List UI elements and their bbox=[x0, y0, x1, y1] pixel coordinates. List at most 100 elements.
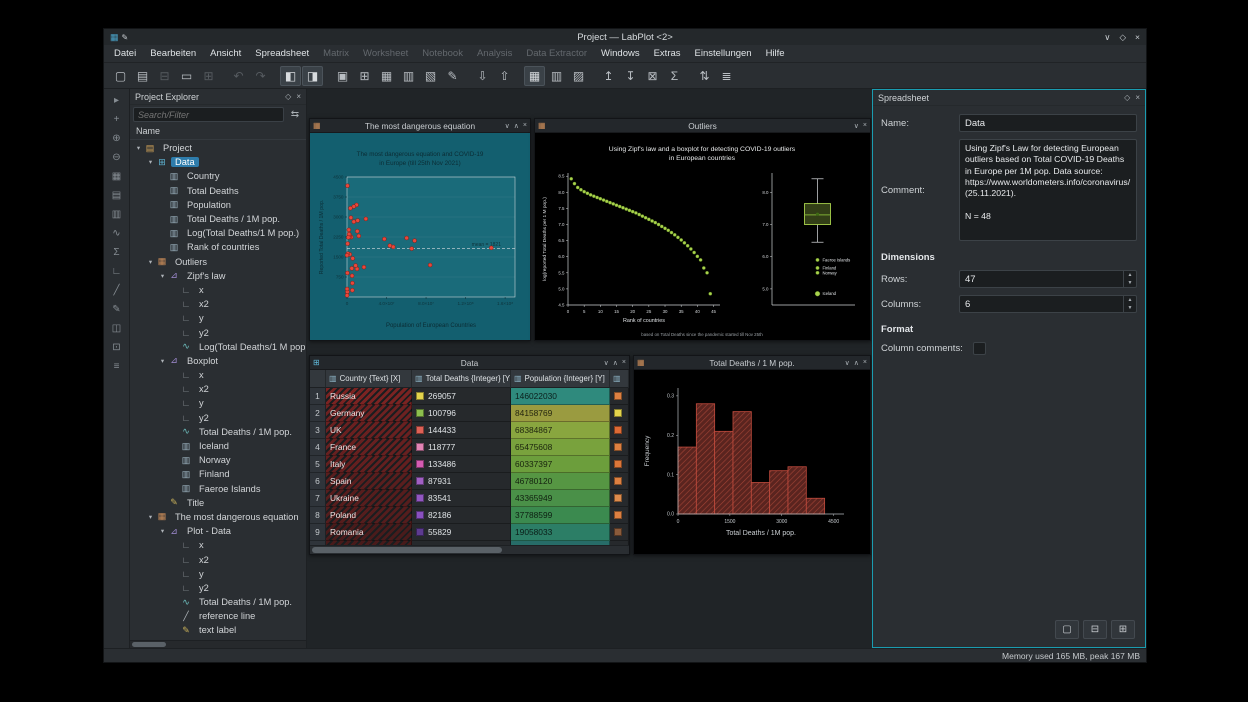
tree-item-x[interactable]: ∟x bbox=[130, 538, 306, 552]
table-hscrollbar[interactable] bbox=[310, 545, 629, 554]
view-heatmap-toggle-button[interactable]: ▨ bbox=[568, 66, 589, 86]
total-deaths-cell[interactable]: 133486 bbox=[412, 456, 511, 473]
menu-hilfe[interactable]: Hilfe bbox=[759, 46, 792, 61]
new-matrix-button[interactable]: ▥ bbox=[398, 66, 419, 86]
toggle-properties-dock-button[interactable]: ◨ bbox=[302, 66, 323, 86]
properties-dock-header[interactable]: Spreadsheet ◇ × bbox=[873, 90, 1145, 106]
country-cell[interactable]: Poland bbox=[326, 507, 412, 524]
new-file-button[interactable]: ▢ bbox=[110, 66, 131, 86]
insert-row-below-button[interactable]: ↧ bbox=[620, 66, 641, 86]
shade-window-icon[interactable]: ∨ bbox=[604, 359, 609, 367]
tree-item-outliers[interactable]: ▾▦Outliers bbox=[130, 255, 306, 269]
country-cell[interactable]: Ukraine bbox=[326, 490, 412, 507]
add-statistics-button[interactable]: Σ bbox=[107, 244, 127, 261]
outliers-chart[interactable]: Using Zipf's law and a boxplot for detec… bbox=[535, 133, 870, 340]
zoom-in-mode-button[interactable]: ⊕ bbox=[107, 130, 127, 147]
close-button[interactable]: × bbox=[1135, 32, 1140, 43]
tree-item-total-deaths-1m-pop[interactable]: ▥Total Deaths / 1M pop. bbox=[130, 212, 306, 226]
row-number-cell[interactable]: 4 bbox=[310, 439, 326, 456]
tree-item-y[interactable]: ∟y bbox=[130, 311, 306, 325]
view-sparklines-toggle-button[interactable]: ▥ bbox=[546, 66, 567, 86]
tree-item-boxplot[interactable]: ▾⊿Boxplot bbox=[130, 354, 306, 368]
new-workbook-button[interactable]: ⊞ bbox=[354, 66, 375, 86]
remove-rows-button[interactable]: ⊠ bbox=[642, 66, 663, 86]
total-deaths-cell[interactable]: 269057 bbox=[412, 388, 511, 405]
corner-cell[interactable] bbox=[310, 370, 326, 388]
tree-item-country[interactable]: ▥Country bbox=[130, 169, 306, 183]
population-cell[interactable]: 19058033 bbox=[511, 524, 610, 541]
country-cell[interactable]: Italy bbox=[326, 456, 412, 473]
add-text-label-button[interactable]: ✎ bbox=[107, 301, 127, 318]
explorer-hscrollbar[interactable] bbox=[130, 640, 306, 648]
menu-extras[interactable]: Extras bbox=[647, 46, 688, 61]
data-window-titlebar[interactable]: ⊞ Data ∨ ∧ × bbox=[310, 356, 629, 370]
zoom-out-mode-button[interactable]: ⊖ bbox=[107, 149, 127, 166]
add-line-button[interactable]: ╱ bbox=[107, 282, 127, 299]
tree-item-norway[interactable]: ▥Norway bbox=[130, 453, 306, 467]
insert-row-above-button[interactable]: ↥ bbox=[598, 66, 619, 86]
tree-item-y[interactable]: ∟y bbox=[130, 567, 306, 581]
tree-item-the-most-dangerous-equation[interactable]: ▾▦The most dangerous equation bbox=[130, 510, 306, 524]
comment-field[interactable]: Using Zipf's Law for detecting European … bbox=[959, 139, 1137, 241]
tree-item-title[interactable]: ✎Title bbox=[130, 496, 306, 510]
tree-item-log-total-deaths-1-m-pop[interactable]: ∿Log(Total Deaths/1 M pop.) bbox=[130, 340, 306, 354]
window-titlebar[interactable]: ▦ ✎ Project — LabPlot <2> ∨ ◇ × bbox=[104, 29, 1146, 45]
row-number-cell[interactable]: 3 bbox=[310, 422, 326, 439]
per-million-cell[interactable] bbox=[610, 439, 629, 456]
histogram-chart[interactable]: 0.00.10.20.30150030004500Total Deaths / … bbox=[634, 370, 870, 554]
tree-item-x2[interactable]: ∟x2 bbox=[130, 382, 306, 396]
close-dock-icon[interactable]: × bbox=[296, 92, 301, 101]
expander-icon[interactable]: ▾ bbox=[133, 144, 144, 152]
shade-window-icon[interactable]: ∨ bbox=[845, 359, 850, 367]
float-dock-icon[interactable]: ◇ bbox=[1124, 93, 1130, 102]
open-file-button[interactable]: ▤ bbox=[132, 66, 153, 86]
spin-up-button[interactable]: ▲ bbox=[1124, 271, 1136, 279]
maximize-window-icon[interactable]: ∧ bbox=[613, 359, 618, 367]
expander-icon[interactable]: ▾ bbox=[157, 272, 168, 280]
menu-windows[interactable]: Windows bbox=[594, 46, 647, 61]
equation-worksheet[interactable]: The most dangerous equation and COVID-19… bbox=[310, 133, 530, 340]
row-number-cell[interactable]: 6 bbox=[310, 473, 326, 490]
import-data-menu-button[interactable]: ⇩ bbox=[472, 66, 493, 86]
tree-item-y2[interactable]: ∟y2 bbox=[130, 325, 306, 339]
total-deaths-cell[interactable]: 83541 bbox=[412, 490, 511, 507]
new-note-button[interactable]: ✎ bbox=[442, 66, 463, 86]
equation-window-titlebar[interactable]: ▦ The most dangerous equation ∨ ∧ × bbox=[310, 119, 530, 133]
tree-item-rank-of-countries[interactable]: ▥Rank of countries bbox=[130, 240, 306, 254]
add-curve-button[interactable]: ∿ bbox=[107, 225, 127, 242]
spin-up-button[interactable]: ▲ bbox=[1124, 296, 1136, 304]
plot-data-menu-button[interactable]: ≣ bbox=[716, 66, 737, 86]
save-as-default-button[interactable]: ⊞ bbox=[1111, 620, 1135, 639]
new-spreadsheet-button[interactable]: ▤ bbox=[107, 187, 127, 204]
row-number-cell[interactable]: 9 bbox=[310, 524, 326, 541]
tree-item-y2[interactable]: ∟y2 bbox=[130, 581, 306, 595]
per-million-cell[interactable] bbox=[610, 405, 629, 422]
total-deaths-cell[interactable]: 82186 bbox=[412, 507, 511, 524]
histogram-window-titlebar[interactable]: ▦ Total Deaths / 1 M pop. ∨ ∧ × bbox=[634, 356, 870, 370]
total-deaths-cell[interactable]: 144433 bbox=[412, 422, 511, 439]
tree-item-y2[interactable]: ∟y2 bbox=[130, 411, 306, 425]
view-comments-toggle-button[interactable]: ▦ bbox=[524, 66, 545, 86]
search-input[interactable] bbox=[133, 107, 284, 122]
load-template-button[interactable]: ▢ bbox=[1055, 620, 1079, 639]
column-statistics-button[interactable]: Σ bbox=[664, 66, 685, 86]
sort-menu-button[interactable]: ⇅ bbox=[694, 66, 715, 86]
more-tools-button[interactable]: ≡ bbox=[107, 358, 127, 375]
per-million-cell[interactable] bbox=[610, 507, 629, 524]
shade-window-icon[interactable]: ∨ bbox=[505, 122, 510, 130]
row-number-cell[interactable]: 7 bbox=[310, 490, 326, 507]
new-folder-button[interactable]: ▣ bbox=[332, 66, 353, 86]
export-data-menu-button[interactable]: ⇧ bbox=[494, 66, 515, 86]
row-number-cell[interactable]: 5 bbox=[310, 456, 326, 473]
equation-chart[interactable]: The most dangerous equation and COVID-19… bbox=[310, 133, 530, 340]
total-deaths-cell[interactable]: 87931 bbox=[412, 473, 511, 490]
tree-item-text-label[interactable]: ✎text label bbox=[130, 623, 306, 637]
country-cell[interactable]: Romania bbox=[326, 524, 412, 541]
new-worksheet-button[interactable]: ▦ bbox=[107, 168, 127, 185]
total-deaths-cell[interactable]: 100796 bbox=[412, 405, 511, 422]
tree-item-plot-data[interactable]: ▾⊿Plot - Data bbox=[130, 524, 306, 538]
column-header-total-deaths-integer-y[interactable]: ▥Total Deaths {Integer} [Y] bbox=[412, 370, 511, 388]
print-button[interactable]: ▭ bbox=[176, 66, 197, 86]
population-cell[interactable]: 68384867 bbox=[511, 422, 610, 439]
population-cell[interactable]: 43365949 bbox=[511, 490, 610, 507]
